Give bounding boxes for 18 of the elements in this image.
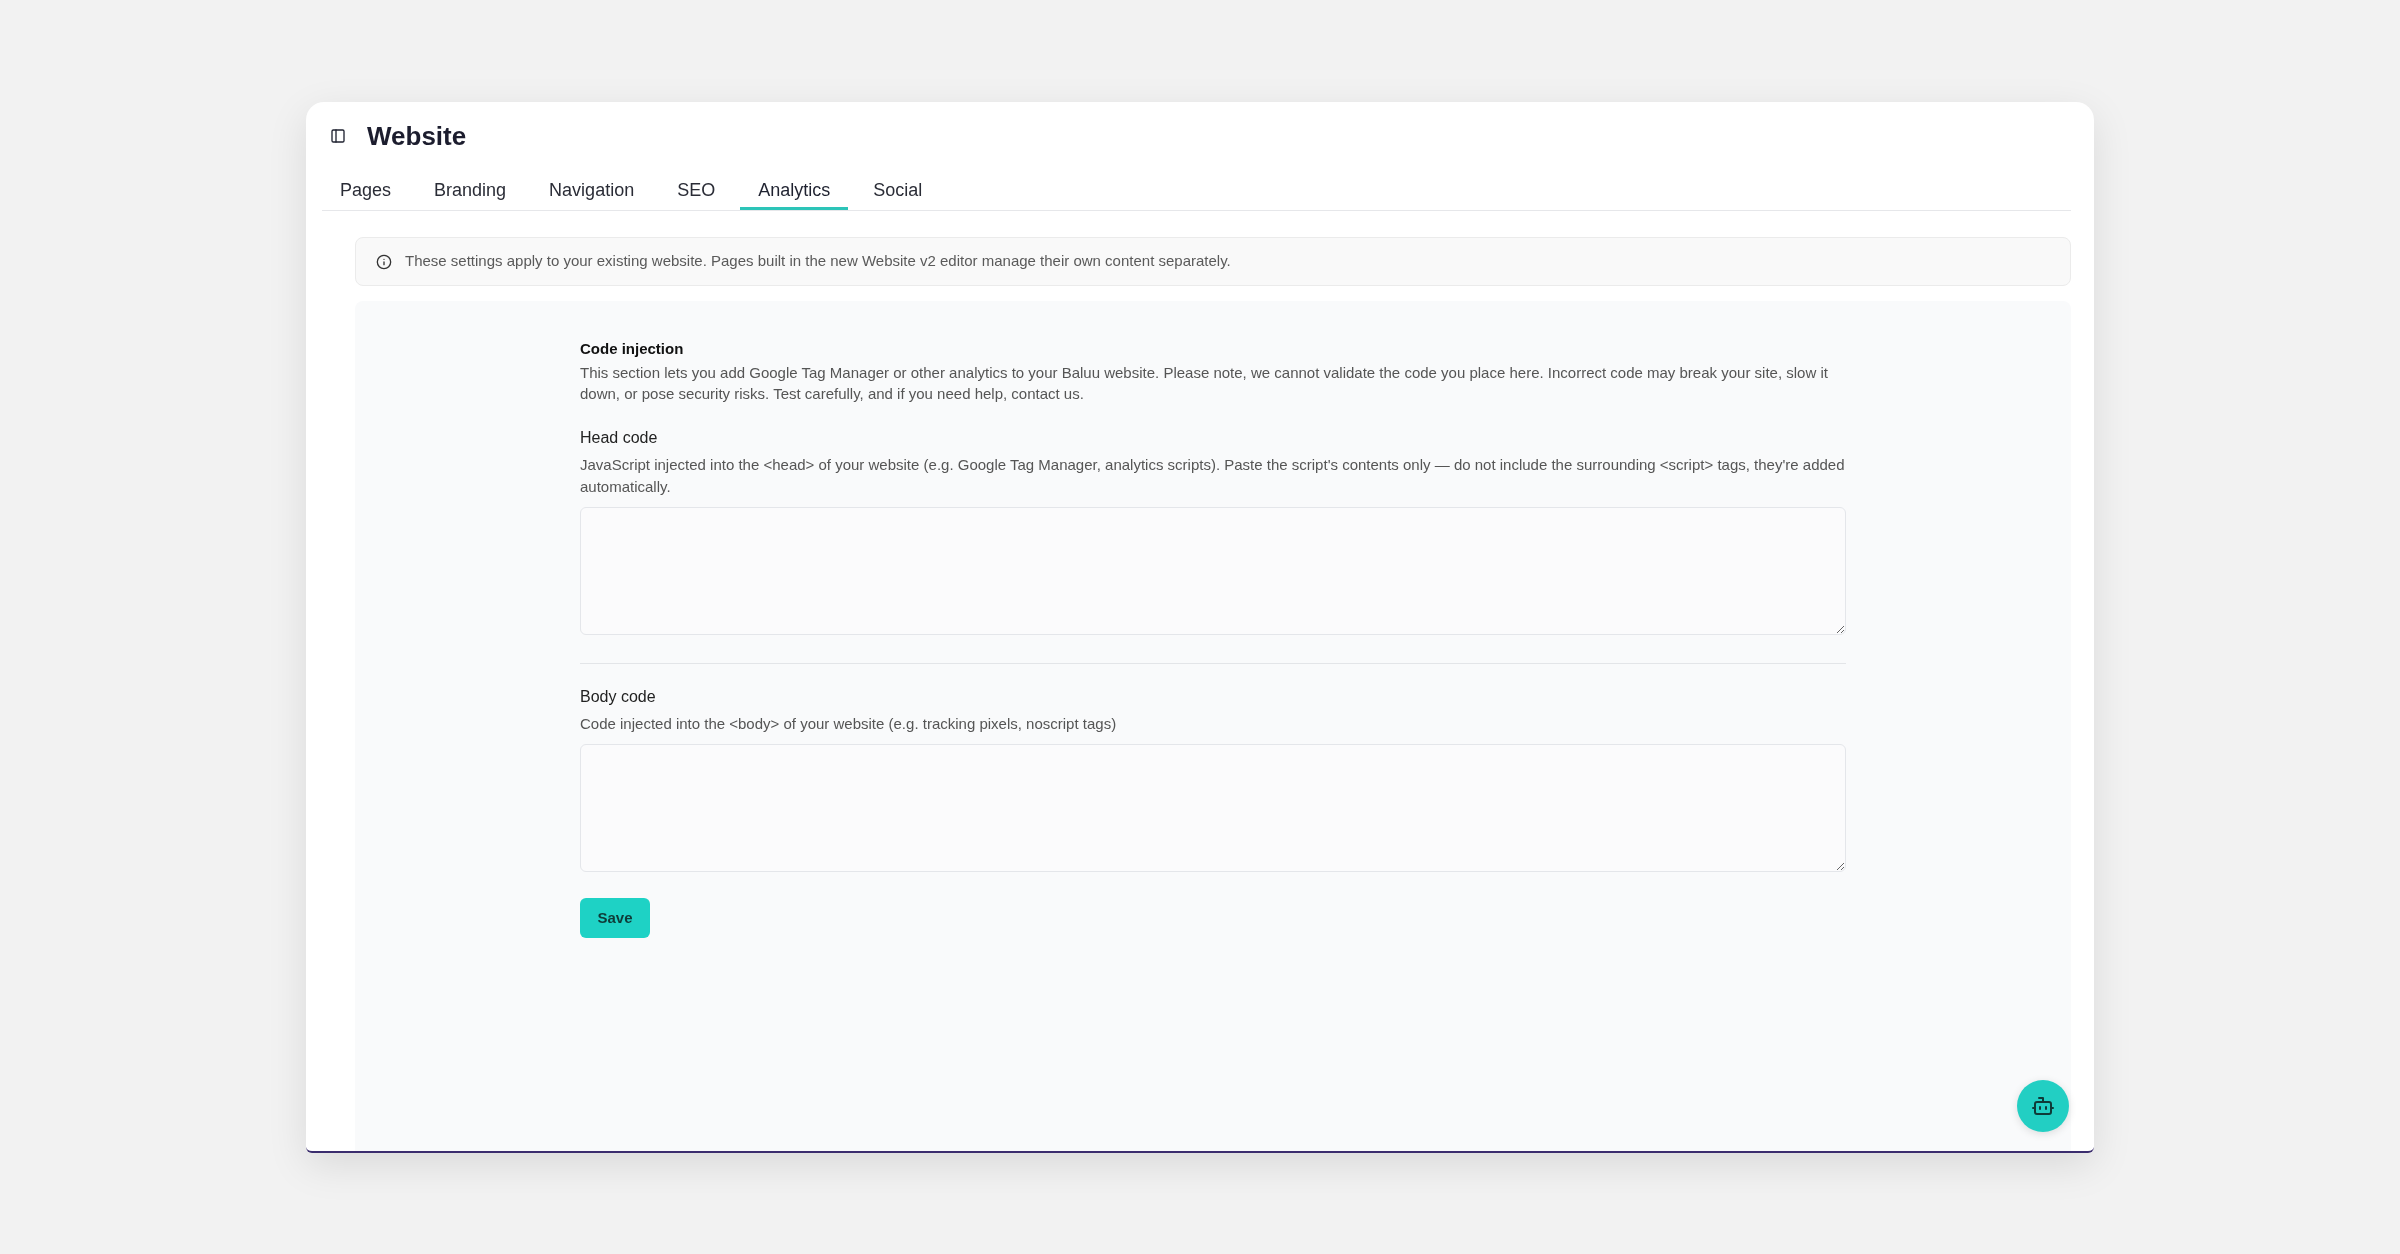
tab[interactable]: Pages	[322, 168, 410, 210]
field-description: JavaScript injected into the <head> of your website (e.g. Google Tag Manager, analytics scripts). Paste the script's contents only — do not include the surrounding <script> tags, they're added automatically.	[580, 455, 1846, 497]
robot-icon	[2031, 1094, 2055, 1118]
tab[interactable]: Navigation	[531, 168, 653, 210]
sidebar-icon[interactable]	[330, 128, 346, 144]
field-description: Code injected into the <body> of your website (e.g. tracking pixels, noscript tags)	[580, 714, 1118, 734]
field-label: Body code	[580, 687, 657, 707]
notice-text: These settings apply to your existing website. Pages built in the new Website v2 editor manage their own content separately.	[405, 251, 1231, 272]
tab[interactable]: SEO	[659, 168, 734, 210]
tab[interactable]: Branding	[416, 168, 525, 210]
tab[interactable]: Social	[855, 168, 941, 210]
field-label: Head code	[580, 428, 659, 448]
section-description: This section lets you add Google Tag Manager or other analytics to your Baluu website. Please note, we cannot validate the code you place here. Incorrect code may break your site, slow it down, or pose security risks. Test carefully, and if you need help, contact us.	[580, 363, 1829, 404]
page-title: Website	[367, 120, 467, 152]
info-icon	[376, 253, 392, 270]
save-button[interactable]: Save	[580, 898, 650, 938]
tab[interactable]: Analytics	[740, 168, 849, 210]
section-title: Code injection	[580, 339, 685, 359]
